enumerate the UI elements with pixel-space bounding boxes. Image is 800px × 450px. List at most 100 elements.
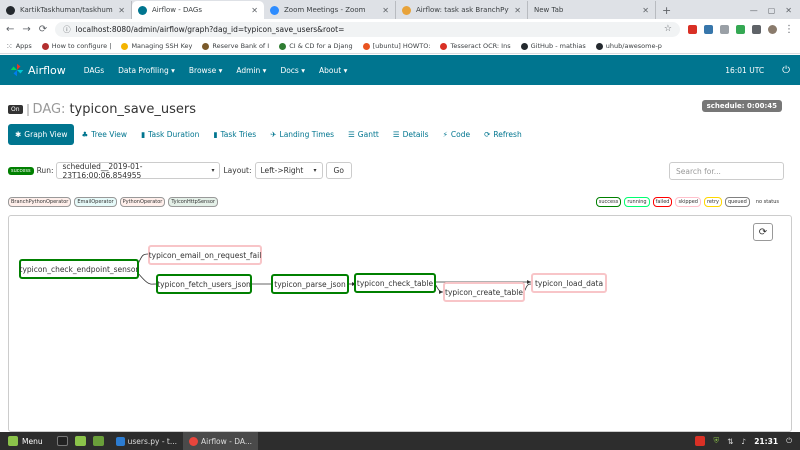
extension-icon[interactable] — [736, 24, 745, 34]
bookmark-item[interactable]: uhub/awesome-p — [595, 42, 662, 50]
extension-icon[interactable] — [720, 24, 729, 34]
terminal-icon[interactable] — [56, 436, 68, 446]
back-icon[interactable]: ← — [6, 24, 14, 35]
task-node[interactable]: typicon_create_table — [443, 282, 525, 302]
nav-docs[interactable]: Docs ▾ — [280, 66, 305, 75]
legend-no-status[interactable]: no status — [752, 197, 782, 207]
new-tab-button[interactable]: + — [656, 1, 677, 19]
tab-tree-view[interactable]: ♣ Tree View — [74, 125, 134, 144]
url-input[interactable]: ⓘ localhost:8080/admin/airflow/graph?dag… — [55, 21, 680, 37]
minimize-icon[interactable]: — — [750, 6, 758, 15]
bookmark-favicon-icon — [362, 42, 370, 50]
legend-branchpythonoperator: BranchPythonOperator — [8, 197, 72, 207]
close-icon[interactable]: ✕ — [118, 6, 125, 15]
legend-emailoperator: EmailOperator — [74, 197, 117, 207]
tab-gantt[interactable]: ☰ Gantt — [341, 125, 386, 144]
browser-tab[interactable]: Airflow: task ask BranchPytho ✕ — [396, 1, 528, 19]
bookmark-favicon-icon — [202, 42, 210, 50]
bookmark-item[interactable]: [ubuntu] HOWTO: — [362, 42, 430, 50]
legend-running[interactable]: running — [624, 197, 650, 207]
power-icon[interactable]: ⏻ — [782, 65, 790, 76]
maximize-icon[interactable]: ▢ — [768, 6, 776, 15]
legend-queued[interactable]: queued — [724, 197, 750, 207]
brand-name: Airflow — [28, 63, 66, 77]
quick-launch — [51, 436, 110, 446]
nav-data-profiling[interactable]: Data Profiling ▾ — [118, 66, 175, 75]
legend-failed[interactable]: failed — [652, 197, 673, 207]
task-node[interactable]: typicon_fetch_users_json — [156, 274, 252, 294]
task-label: typicon_parse_json — [274, 279, 346, 289]
files-icon[interactable] — [74, 436, 86, 446]
task-label: typicon_check_table — [356, 278, 434, 288]
legend-skipped[interactable]: skipped — [675, 197, 701, 207]
close-icon[interactable]: ✕ — [251, 6, 258, 15]
task-node[interactable]: typicon_load_data — [531, 273, 607, 293]
taskbar-window-active[interactable]: Airflow - DA... — [183, 432, 259, 450]
go-button[interactable]: Go — [325, 162, 352, 179]
kebab-menu-icon[interactable]: ⋮ — [784, 24, 794, 35]
nav-dags[interactable]: DAGs — [84, 66, 104, 75]
bookmark-item[interactable]: Tesseract OCR: Ins — [440, 42, 511, 50]
volume-icon[interactable]: ♪ — [741, 437, 746, 446]
tab-task-duration[interactable]: ▮ Task Duration — [134, 125, 206, 144]
search-placeholder: Search for... — [676, 166, 721, 176]
taskbar-window[interactable]: users.py - t... — [110, 432, 183, 450]
tab-refresh[interactable]: ⟳ Refresh — [477, 125, 529, 144]
bookmark-item[interactable]: Reserve Bank of I — [202, 42, 269, 50]
airflow-logo[interactable]: Airflow — [10, 63, 66, 77]
browser-tab-strip: KartikTaskhuman/taskhuma ✕ Airflow - DAG… — [0, 0, 800, 19]
task-node[interactable]: typicon_check_endpoint_sensor — [19, 259, 139, 279]
extension-icon[interactable] — [752, 24, 761, 34]
folder-icon[interactable] — [92, 436, 104, 446]
bookmark-label: uhub/awesome-p — [605, 42, 662, 50]
nav-admin[interactable]: Admin ▾ — [236, 66, 266, 75]
avatar[interactable] — [768, 24, 777, 34]
close-icon[interactable]: ✕ — [382, 6, 389, 15]
browser-tab-active[interactable]: Airflow - DAGs ✕ — [132, 1, 264, 19]
task-node[interactable]: typicon_check_table — [354, 273, 436, 293]
toggle-divider — [26, 103, 29, 116]
star-icon[interactable]: ☆ — [664, 24, 672, 34]
bookmark-item[interactable]: CI & CD for a Djang — [279, 42, 353, 50]
adblock-icon[interactable] — [688, 24, 697, 34]
graph-edges — [136, 252, 532, 294]
reload-icon[interactable]: ⟳ — [39, 24, 47, 35]
mail-icon[interactable] — [695, 436, 706, 446]
tab-code[interactable]: ⚡ Code — [436, 125, 477, 144]
start-menu-button[interactable]: Menu — [0, 436, 51, 446]
layout-select[interactable]: Left->Right ▾ — [254, 162, 323, 179]
legend-retry[interactable]: retry — [703, 197, 722, 207]
python-icon[interactable] — [704, 24, 713, 34]
chrome-icon — [189, 436, 199, 446]
browser-tab[interactable]: Zoom Meetings - Zoom ✕ — [264, 1, 396, 19]
tab-task-tries[interactable]: ▮ Task Tries — [206, 125, 263, 144]
bookmark-label: How to configure | — [51, 42, 112, 50]
task-node[interactable]: typicon_parse_json — [271, 274, 349, 294]
task-node[interactable]: typicon_email_on_request_fail — [148, 245, 262, 265]
nav-browse[interactable]: Browse ▾ — [189, 66, 222, 75]
close-icon[interactable]: ✕ — [642, 6, 649, 15]
power-icon[interactable]: ⏻ — [786, 436, 792, 446]
close-icon[interactable]: ✕ — [785, 6, 792, 15]
run-select[interactable]: scheduled__2019-01-23T16:00:06.854955 ▾ — [56, 162, 221, 180]
bookmark-item[interactable]: How to configure | — [41, 42, 112, 50]
bookmark-item[interactable]: GitHub - mathias — [520, 42, 586, 50]
bar-chart-icon: ▮ — [213, 130, 218, 139]
browser-tab[interactable]: KartikTaskhuman/taskhuma ✕ — [0, 1, 132, 19]
forward-icon[interactable]: → — [22, 24, 30, 35]
airflow-navbar: Airflow DAGs Data Profiling ▾ Browse ▾ A… — [0, 55, 800, 85]
tab-details[interactable]: ☰ Details — [386, 125, 436, 144]
legend-success[interactable]: success — [595, 197, 622, 207]
schedule-badge: schedule: 0:00:45 — [701, 100, 782, 112]
browser-tab[interactable]: New Tab ✕ — [528, 1, 656, 19]
task-search-input[interactable]: Search for... — [669, 162, 784, 180]
bookmark-item[interactable]: Managing SSH Key — [121, 42, 192, 50]
close-icon[interactable]: ✕ — [514, 6, 521, 15]
tab-landing-times[interactable]: ✈ Landing Times — [263, 125, 341, 144]
tab-graph-view[interactable]: ✱ Graph View — [8, 124, 75, 145]
shield-icon[interactable]: ⛨ — [713, 436, 719, 446]
on-toggle[interactable]: On — [8, 105, 23, 114]
network-icon[interactable]: ⇅ — [727, 437, 733, 446]
nav-about[interactable]: About ▾ — [319, 66, 347, 75]
bookmark-apps[interactable]: ⁙ Apps — [6, 42, 32, 51]
